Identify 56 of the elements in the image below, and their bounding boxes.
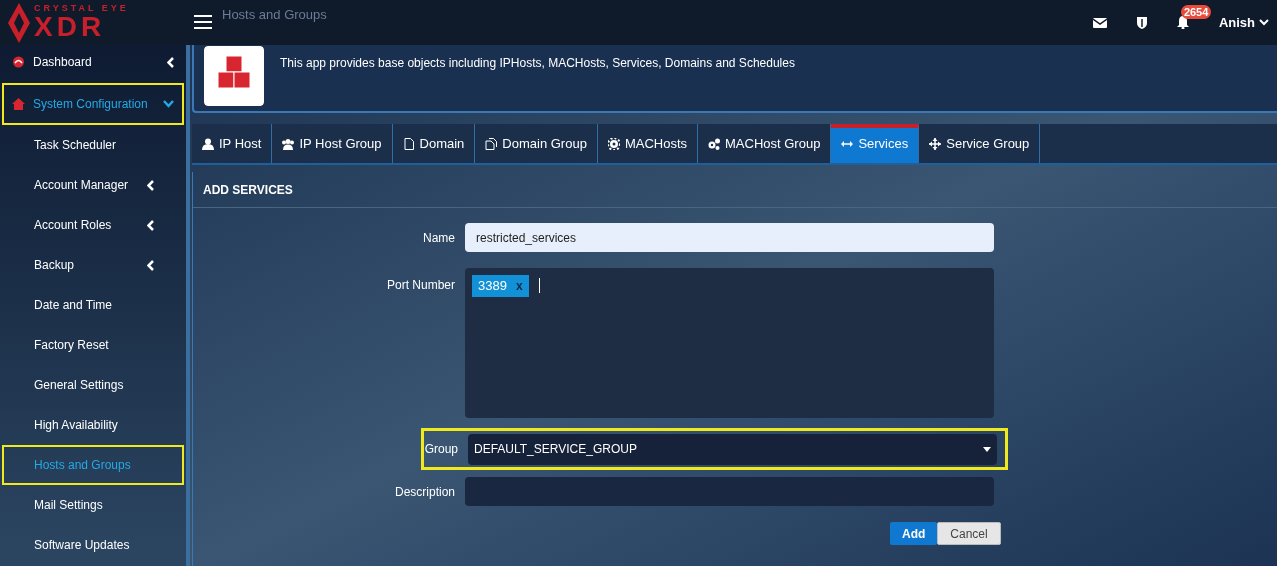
move-icon: [929, 137, 942, 150]
port-number-field[interactable]: 3389 x: [465, 268, 994, 418]
chevron-left-icon: [147, 179, 154, 191]
sidebar-item[interactable]: Factory Reset: [2, 325, 184, 365]
sidebar-item[interactable]: Backup: [2, 245, 184, 285]
home-icon: [12, 98, 25, 110]
sidebar-item[interactable]: Account Roles: [2, 205, 184, 245]
page-title: Hosts and Groups: [222, 6, 327, 24]
add-button[interactable]: Add: [890, 522, 938, 545]
sidebar-item[interactable]: Dashboard: [2, 41, 184, 83]
chevron-down-icon: [1259, 19, 1269, 26]
gears-icon: [708, 137, 720, 150]
sidebar-item[interactable]: General Settings: [2, 365, 184, 405]
gear-icon: [607, 137, 620, 150]
description-field[interactable]: [465, 477, 994, 506]
app-description: This app provides base objects including IPHosts, MACHosts, Services, Domains and Schedules: [280, 55, 795, 72]
sidebar-item[interactable]: System Configuration: [2, 83, 184, 125]
files-icon: [485, 137, 498, 150]
text-cursor: [538, 278, 540, 293]
bell-icon[interactable]: [1176, 16, 1189, 29]
section-title: ADD SERVICES: [203, 181, 293, 199]
logo-text: XDR: [34, 13, 107, 41]
sidebar-item[interactable]: Date and Time: [2, 285, 184, 325]
chevron-down-icon: [163, 100, 174, 108]
sidebar-item[interactable]: Hosts and Groups: [2, 445, 184, 485]
remove-tag-button[interactable]: x: [515, 277, 523, 295]
field-label: Group: [424, 441, 459, 458]
field-label: Description: [393, 483, 456, 501]
cubes-icon: [204, 46, 264, 106]
name-field[interactable]: restricted_services: [465, 223, 994, 252]
gauge-icon: [12, 56, 25, 68]
users-icon: [282, 137, 295, 150]
notification-badge: 2654: [1180, 5, 1212, 19]
sidebar-item[interactable]: High Availability: [2, 405, 184, 445]
double-arrow-icon: [841, 138, 854, 150]
file-icon: [402, 137, 415, 150]
shield-icon[interactable]: [1136, 16, 1147, 29]
user-menu[interactable]: Anish: [1218, 12, 1269, 33]
menu-icon[interactable]: [194, 15, 212, 30]
chevron-left-icon: [147, 259, 154, 271]
field-label: Port Number: [385, 277, 456, 294]
sidebar-item[interactable]: Software Updates: [2, 525, 184, 565]
envelope-icon[interactable]: [1092, 17, 1107, 28]
sidebar-item[interactable]: Mail Settings: [2, 485, 184, 525]
cancel-button[interactable]: Cancel: [937, 522, 1001, 545]
chevron-left-icon: [147, 219, 154, 231]
group-select[interactable]: DEFAULT_SERVICE_GROUP: [468, 433, 997, 465]
sidebar-item[interactable]: Task Scheduler: [2, 125, 184, 165]
sidebar-item[interactable]: Account Manager: [2, 165, 184, 205]
chevron-left-icon: [167, 56, 174, 68]
caret-down-icon: [983, 446, 991, 452]
port-tag[interactable]: 3389 x: [472, 275, 529, 297]
logo-text: CRYSTAL EYE: [34, 4, 129, 13]
user-icon: [202, 137, 214, 150]
field-label: Name: [422, 229, 456, 247]
tab[interactable]: Services: [831, 124, 920, 163]
